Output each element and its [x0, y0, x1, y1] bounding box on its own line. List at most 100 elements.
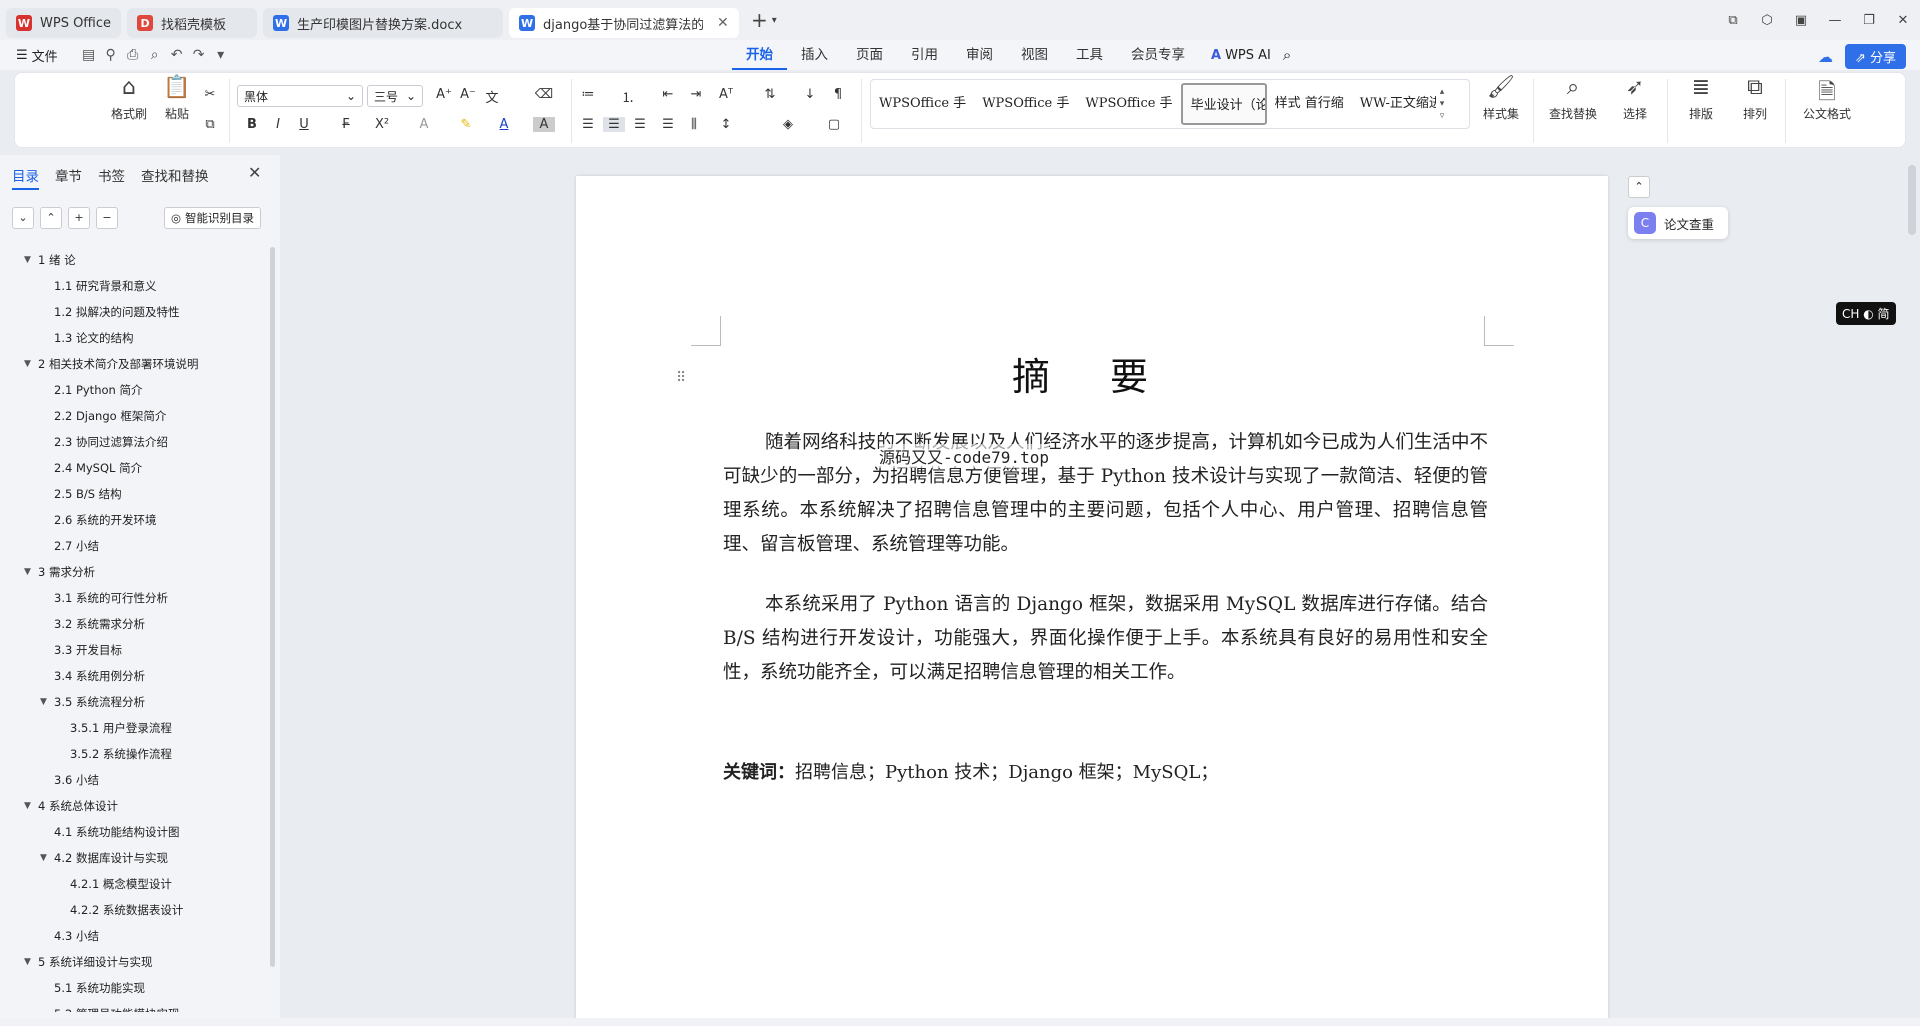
close-icon[interactable]: ✕	[248, 163, 261, 182]
layout-button[interactable]: ≣ 排版	[1673, 75, 1729, 122]
distribute-icon[interactable]: ⫼	[683, 117, 705, 132]
expand-arrow-icon[interactable]: ▼	[24, 247, 31, 273]
minimize-button[interactable]: —	[1818, 13, 1852, 28]
toc-item[interactable]: 3.5.1 用户登录流程	[0, 715, 270, 741]
style-option[interactable]: WPSOffice 手	[871, 83, 974, 125]
print-preview-icon[interactable]: ⌕	[144, 47, 166, 63]
bullet-list-icon[interactable]: ≔	[577, 87, 599, 102]
expand-arrow-icon[interactable]: ▼	[24, 793, 31, 819]
toc-item[interactable]: 3.6 小结	[0, 767, 270, 793]
toc-item[interactable]: ▼ 3 需求分析	[0, 559, 270, 585]
copy-icon[interactable]: ⧉	[199, 117, 221, 132]
pinyin-icon[interactable]: 文	[481, 87, 503, 106]
toc-item[interactable]: 5.1 系统功能实现	[0, 975, 270, 1001]
toc-item[interactable]: ▼ 3.5 系统流程分析	[0, 689, 270, 715]
minus-icon[interactable]: −	[96, 207, 118, 229]
nav-scrollbar[interactable]	[270, 247, 275, 967]
chevron-down-icon[interactable]: ▾	[772, 15, 777, 26]
toc-item[interactable]: 3.3 开发目标	[0, 637, 270, 663]
nav-tab-bookmarks[interactable]: 书签	[98, 165, 125, 190]
toc-item[interactable]: 2.3 协同过滤算法介绍	[0, 429, 270, 455]
tab-django-doc[interactable]: W django基于协同过滤算法的… ✕	[509, 8, 740, 38]
select-button[interactable]: ➶ 选择	[1607, 75, 1663, 122]
tab-references[interactable]: 引用	[897, 40, 952, 70]
nav-tab-chapters[interactable]: 章节	[55, 165, 82, 190]
tab-page[interactable]: 页面	[842, 40, 897, 70]
toc-item[interactable]: 2.4 MySQL 简介	[0, 455, 270, 481]
toc-item[interactable]: 4.3 小结	[0, 923, 270, 949]
cube-icon[interactable]: ⬡	[1750, 13, 1784, 28]
layout-icon[interactable]: ⧉	[1716, 13, 1750, 28]
expand-arrow-icon[interactable]: ▼	[40, 845, 47, 871]
search-icon[interactable]: ⌕	[1283, 46, 1291, 64]
shading-icon[interactable]: ◈	[777, 117, 799, 132]
sort-icon[interactable]: ⇅	[759, 87, 781, 102]
toc-item[interactable]: 4.2.1 概念模型设计	[0, 871, 270, 897]
toc-item[interactable]: 1.1 研究背景和意义	[0, 273, 270, 299]
font-size-select[interactable]: 三号 ⌄	[367, 85, 423, 107]
toc-item[interactable]: 3.5.2 系统操作流程	[0, 741, 270, 767]
tab-docer-templates[interactable]: D 找稻壳模板	[127, 8, 258, 38]
chevron-down-icon[interactable]: ⌄	[12, 207, 34, 229]
document-scrollbar[interactable]	[1908, 165, 1916, 235]
bold-icon[interactable]: B	[241, 117, 263, 132]
tab-home[interactable]: 开始	[732, 40, 787, 70]
toc-item[interactable]: 2.6 系统的开发环境	[0, 507, 270, 533]
char-shading-icon[interactable]: A	[533, 117, 555, 132]
toc-item[interactable]: 2.2 Django 框架简介	[0, 403, 270, 429]
decrease-indent-icon[interactable]: ⇤	[657, 87, 679, 102]
font-color-icon[interactable]: A	[493, 117, 515, 132]
plus-icon[interactable]: +	[68, 207, 90, 229]
align-left-icon[interactable]: ☰	[577, 117, 599, 132]
tab-insert[interactable]: 插入	[787, 40, 842, 70]
ime-indicator[interactable]: CH ◐ 简	[1836, 302, 1896, 325]
align-right-icon[interactable]: ☰	[629, 117, 651, 132]
file-menu[interactable]: ☰ 文件	[16, 46, 58, 65]
tab-doc-replace[interactable]: W 生产印模图片替换方案.docx	[263, 8, 504, 38]
cut-icon[interactable]: ✂	[199, 87, 221, 102]
toc-item[interactable]: 2.7 小结	[0, 533, 270, 559]
wps-ai-button[interactable]: A WPS AI	[1199, 48, 1283, 63]
restore-button[interactable]: ❐	[1852, 13, 1886, 28]
toc-item[interactable]: 1.3 论文的结构	[0, 325, 270, 351]
doc-heading[interactable]: 摘 要	[576, 346, 1608, 401]
text-effect-icon[interactable]: A	[413, 117, 435, 132]
border-icon[interactable]: ▢	[823, 117, 845, 132]
toc-item[interactable]: 1.2 拟解决的问题及特性	[0, 299, 270, 325]
style-option[interactable]: 样式 首行缩	[1267, 83, 1352, 125]
chevron-down-icon[interactable]: ▾	[210, 47, 232, 63]
toc-item[interactable]: 3.4 系统用例分析	[0, 663, 270, 689]
clear-format-icon[interactable]: ⌫	[533, 87, 555, 102]
line-spacing-icon[interactable]: ↕	[715, 117, 737, 132]
tab-view[interactable]: 视图	[1007, 40, 1062, 70]
style-option[interactable]: WPSOffice 手	[1077, 83, 1180, 125]
nav-tab-toc[interactable]: 目录	[12, 165, 39, 190]
paper-check-button[interactable]: C 论文查重	[1628, 207, 1728, 239]
expand-arrow-icon[interactable]: ▼	[24, 559, 31, 585]
expand-arrow-icon[interactable]: ▼	[40, 689, 47, 715]
style-option-selected[interactable]: 毕业设计（论	[1180, 83, 1267, 125]
style-set-button[interactable]: 🖌 样式集	[1473, 75, 1529, 122]
align-center-icon[interactable]: ☰	[603, 117, 625, 132]
arrange-button[interactable]: ⧉ 排列	[1727, 75, 1783, 122]
style-option[interactable]: WW-正文缩进	[1352, 83, 1436, 125]
pin-icon[interactable]: ⚲	[100, 47, 122, 63]
tab-member[interactable]: 会员专享	[1117, 40, 1199, 70]
paste-button[interactable]: 📋 粘贴	[149, 75, 205, 122]
tab-wps-office[interactable]: W WPS Office	[6, 8, 122, 38]
expand-arrow-icon[interactable]: ▼	[24, 351, 31, 377]
expand-arrow-icon[interactable]: ▼	[24, 949, 31, 975]
increase-indent-icon[interactable]: ⇥	[685, 87, 707, 102]
abstract-paragraph[interactable]: 本系统采用了 Python 语言的 Django 框架，数据采用 MySQL 数…	[723, 588, 1488, 690]
numbered-list-icon[interactable]: ⒈	[617, 87, 639, 106]
toc-item[interactable]: ▼ 5 系统详细设计与实现	[0, 949, 270, 975]
italic-icon[interactable]: I	[267, 117, 289, 132]
toc-item[interactable]: 4.2.2 系统数据表设计	[0, 897, 270, 923]
toc-item[interactable]: ▼ 4.2 数据库设计与实现	[0, 845, 270, 871]
show-marks-icon[interactable]: ¶	[827, 87, 849, 102]
nav-tab-find-replace[interactable]: 查找和替换	[141, 165, 209, 190]
gallery-scroll-icon[interactable]: ▴ ▾ ▿	[1436, 86, 1445, 122]
toc-item[interactable]: 2.1 Python 简介	[0, 377, 270, 403]
text-direction-icon[interactable]: Aᵀ	[715, 87, 737, 102]
shrink-font-icon[interactable]: A⁻	[457, 87, 479, 102]
